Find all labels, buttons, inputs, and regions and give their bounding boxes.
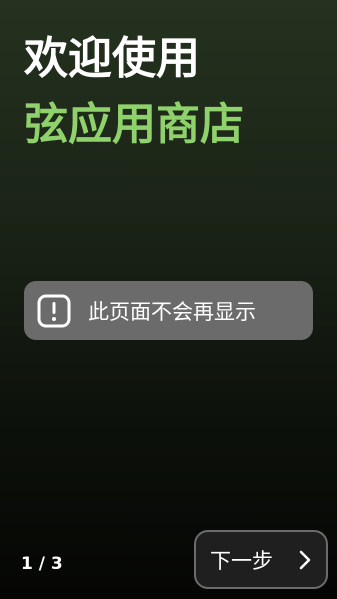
app-store-name: 弦应用商店 bbox=[24, 99, 244, 150]
next-button[interactable]: 下一步 bbox=[194, 530, 328, 589]
page-indicator: 1 / 3 bbox=[21, 554, 63, 574]
notice-toast: 此页面不会再显示 bbox=[24, 281, 313, 340]
exclamation-icon bbox=[36, 293, 72, 329]
welcome-screen: 欢迎使用 弦应用商店 此页面不会再显示 1 / 3 下一步 bbox=[0, 0, 337, 599]
welcome-title: 欢迎使用 bbox=[24, 33, 200, 84]
next-button-label: 下一步 bbox=[210, 548, 273, 573]
notice-text: 此页面不会再显示 bbox=[88, 299, 256, 324]
chevron-right-icon bbox=[296, 549, 314, 571]
